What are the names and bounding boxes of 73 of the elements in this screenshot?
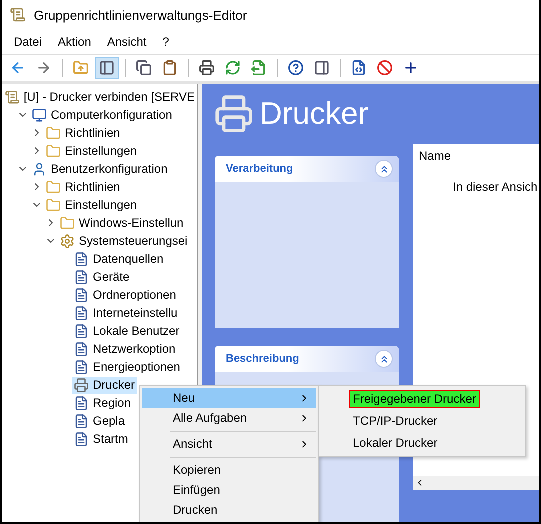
tree-item[interactable]: Startm (72, 430, 130, 448)
help-icon (288, 60, 304, 76)
horizontal-scrollbar[interactable] (413, 476, 539, 490)
menu-item[interactable]: TCP/IP-Drucker (349, 412, 442, 430)
tree-item[interactable]: Datenquellen (72, 250, 166, 268)
tree-item[interactable]: Energieoptionen (72, 358, 182, 376)
computer-icon (32, 108, 47, 122)
tree-item[interactable]: Gepla (72, 412, 128, 430)
folder-up-icon (73, 60, 89, 76)
printer-icon (74, 378, 89, 392)
collapse-icon[interactable] (375, 350, 393, 368)
clipboard-icon (162, 60, 178, 76)
window-title: Gruppenrichtlinienverwaltungs-Editor (34, 8, 248, 22)
empty-message: In dieser Ansich (453, 180, 538, 194)
document-icon (351, 60, 367, 76)
prohibited-icon (377, 60, 393, 76)
tree-item[interactable]: Richtlinien (44, 124, 122, 142)
printer-icon (214, 94, 254, 134)
settings-item-icon (74, 252, 89, 266)
tree-item[interactable]: Lokale Benutzer (72, 322, 182, 340)
forward-icon (36, 60, 52, 76)
tree-item[interactable]: Netzwerkoption (72, 340, 178, 358)
settings-item-icon (74, 324, 89, 338)
task-panel-title: Verarbeitung (226, 163, 294, 175)
toolbar-button[interactable] (95, 57, 119, 79)
refresh-icon (225, 60, 241, 76)
task-panel-title: Beschreibung (226, 353, 300, 365)
tree-item[interactable]: Drucker (72, 376, 138, 394)
tree-item[interactable]: [U] - Drucker verbinden [SERVE (2, 88, 197, 106)
panel-icon (99, 60, 115, 76)
tree-item[interactable]: Systemsteuerungsei (58, 232, 190, 250)
settings-item-icon (74, 306, 89, 320)
menu-item[interactable]: Neu (142, 388, 316, 408)
tree-item[interactable]: Ordneroptionen (72, 286, 178, 304)
plus-icon (403, 60, 419, 76)
settings-item-icon (74, 288, 89, 302)
printer-icon (199, 60, 215, 76)
scroll-icon (4, 90, 20, 104)
tree-item[interactable]: Computerkonfiguration (30, 106, 174, 124)
settings-item-icon (74, 432, 89, 446)
menu-item[interactable]: Ansicht (142, 434, 316, 454)
settings-item-icon (74, 360, 89, 374)
export-icon (251, 60, 267, 76)
app-icon (10, 7, 26, 23)
copy-icon (136, 60, 152, 76)
settings-item-icon (74, 414, 89, 428)
tree-item[interactable]: Geräte (72, 268, 132, 286)
menu-item[interactable]: Alle Aufgaben (142, 408, 316, 428)
user-icon (32, 162, 47, 176)
settings-item-icon (74, 342, 89, 356)
menu-item[interactable]: Aktion (50, 33, 100, 51)
menu-item[interactable]: Einfügen (142, 480, 316, 500)
settings-item-icon (74, 270, 89, 284)
tree-item[interactable]: Einstellungen (44, 142, 140, 160)
collapse-icon[interactable] (375, 160, 393, 178)
menu-item[interactable]: Datei (6, 33, 50, 51)
menu-item[interactable]: ? (154, 33, 178, 51)
back-icon (10, 60, 26, 76)
menu-item[interactable]: Kopieren (142, 460, 316, 480)
menu-item[interactable]: Drucken (142, 500, 316, 520)
panel-icon (314, 60, 330, 76)
pane-title: Drucker (260, 96, 369, 132)
tree-item[interactable]: Richtlinien (44, 178, 122, 196)
column-header[interactable]: Name (413, 144, 539, 168)
tree-item[interactable]: Region (72, 394, 134, 412)
menu-item[interactable]: Freigegebener Drucker (349, 390, 480, 408)
menu-item[interactable]: Lokaler Drucker (349, 434, 442, 452)
menu-item[interactable]: Ansicht (99, 33, 155, 51)
tree-item[interactable]: Benutzerkonfiguration (30, 160, 170, 178)
settings-item-icon (74, 396, 89, 410)
tree-item[interactable]: Interneteinstellu (72, 304, 180, 322)
tree-item[interactable]: Einstellungen (44, 196, 140, 214)
tree-item[interactable]: Windows-Einstellun (58, 214, 186, 232)
